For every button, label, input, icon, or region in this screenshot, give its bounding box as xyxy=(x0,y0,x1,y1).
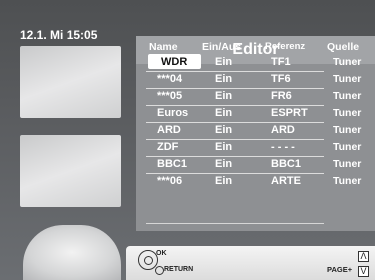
channel-reference: BBC1 xyxy=(271,157,301,170)
channel-name: ***04 xyxy=(157,72,183,85)
channel-name: ARD xyxy=(157,123,181,136)
channel-row[interactable]: WDR Ein TF1 Tuner xyxy=(146,53,361,70)
channel-name: WDR xyxy=(161,55,188,68)
channel-row[interactable]: ARD Ein ARD Tuner xyxy=(146,121,361,138)
page-label: PAGE+ xyxy=(327,265,353,274)
preview-pane-bottom xyxy=(23,225,121,280)
channel-source: Tuner xyxy=(333,106,362,119)
channel-reference: ESPRT xyxy=(271,106,308,119)
navigation-help-bar: OK RETURN PAGE+ Λ V xyxy=(126,246,375,280)
channel-name: BBC1 xyxy=(157,157,187,170)
channel-name: ZDF xyxy=(157,140,179,153)
channel-list: WDR Ein TF1 Tuner ***04 Ein TF6 Tuner **… xyxy=(146,53,361,189)
channel-status: Ein xyxy=(215,157,233,170)
channel-reference: ARTE xyxy=(271,174,301,187)
channel-row[interactable]: BBC1 Ein BBC1 Tuner xyxy=(146,155,361,172)
channel-source: Tuner xyxy=(333,174,362,187)
preview-pane-top xyxy=(20,46,121,118)
channel-status: Ein xyxy=(215,106,233,119)
page-up-icon[interactable]: Λ xyxy=(358,251,369,262)
channel-reference: ARD xyxy=(271,123,295,136)
column-header-name: Name xyxy=(149,41,178,53)
return-icon xyxy=(155,266,164,275)
channel-reference: TF6 xyxy=(271,72,291,85)
page-down-icon[interactable]: V xyxy=(358,266,369,277)
channel-status: Ein xyxy=(215,55,233,68)
preview-pane-middle xyxy=(20,135,121,207)
channel-row[interactable]: ***04 Ein TF6 Tuner xyxy=(146,70,361,87)
channel-source: Tuner xyxy=(333,157,362,170)
channel-row[interactable]: ZDF Ein - - - - Tuner xyxy=(146,138,361,155)
ok-label: OK xyxy=(156,250,167,257)
channel-status: Ein xyxy=(215,72,233,85)
channel-name: Euros xyxy=(157,106,189,119)
channel-source: Tuner xyxy=(333,72,362,85)
channel-name: ***06 xyxy=(157,174,183,187)
channel-status: Ein xyxy=(215,140,233,153)
channel-status: Ein xyxy=(215,123,233,136)
column-header-ein-aus: Ein/Aus xyxy=(202,41,242,53)
channel-row[interactable]: ***05 Ein FR6 Tuner xyxy=(146,87,361,104)
channel-source: Tuner xyxy=(333,89,362,102)
date-time-display: 12.1. Mi 15:05 xyxy=(20,28,98,42)
channel-row[interactable]: Euros Ein ESPRT Tuner xyxy=(146,104,361,121)
channel-reference: FR6 xyxy=(271,89,292,102)
column-header-quelle: Quelle xyxy=(327,41,360,53)
channel-status: Ein xyxy=(215,89,233,102)
channel-source: Tuner xyxy=(333,123,362,136)
channel-source: Tuner xyxy=(333,140,362,153)
return-label: RETURN xyxy=(164,266,194,273)
channel-name: ***05 xyxy=(157,89,183,102)
channel-reference: - - - - xyxy=(271,140,295,153)
channel-reference: TF1 xyxy=(271,55,291,68)
row-divider xyxy=(146,223,324,224)
channel-row[interactable]: ***06 Ein ARTE Tuner xyxy=(146,172,361,189)
channel-source: Tuner xyxy=(333,55,362,68)
column-header-referenz: Referenz xyxy=(265,41,306,52)
tv-screen: 12.1. Mi 15:05 Editor Name Ein/Aus Refer… xyxy=(0,0,375,280)
channel-status: Ein xyxy=(215,174,233,187)
